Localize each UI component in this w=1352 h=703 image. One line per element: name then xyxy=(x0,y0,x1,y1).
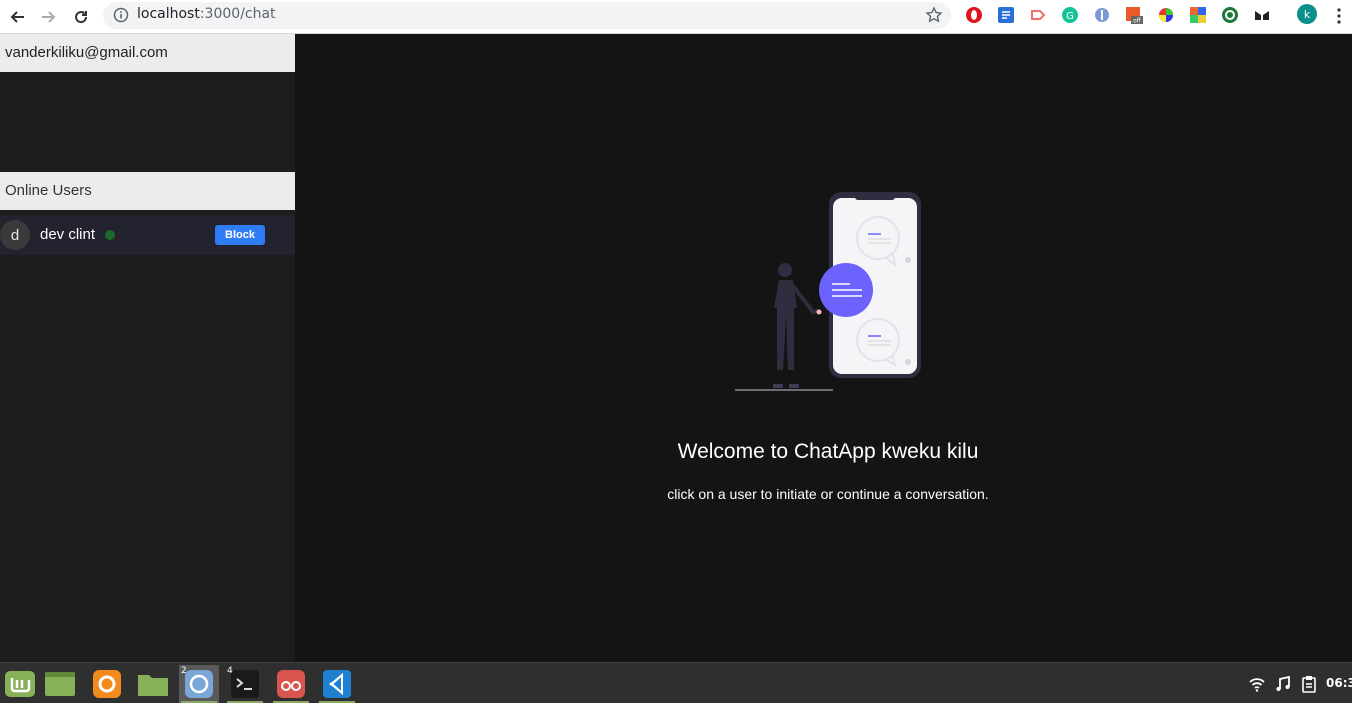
mint-menu-icon[interactable] xyxy=(0,665,40,703)
taskbar: 2 4 06:3 xyxy=(0,662,1352,703)
browser-toolbar: localhost:3000/chat G off k xyxy=(0,0,1352,34)
address-bar[interactable]: localhost:3000/chat xyxy=(103,2,951,29)
files-icon[interactable] xyxy=(133,665,173,703)
chat-welcome-panel: Welcome to ChatApp kweku kilu click on a… xyxy=(295,34,1352,662)
block-button[interactable]: Block xyxy=(215,225,265,245)
online-users-header: Online Users xyxy=(0,172,295,210)
window-count-badge: 4 xyxy=(227,666,233,676)
desktop-icon[interactable] xyxy=(40,665,80,703)
screenshot-icon[interactable] xyxy=(997,6,1015,24)
url-path: :3000/chat xyxy=(199,6,276,22)
back-arrow-icon xyxy=(10,11,24,23)
user-name: dev clint xyxy=(40,226,96,243)
color-wheel-icon[interactable] xyxy=(1157,6,1175,24)
url-text: localhost:3000/chat xyxy=(137,6,276,22)
welcome-title: Welcome to ChatApp kweku kilu xyxy=(677,440,979,463)
forward-arrow-icon xyxy=(42,11,56,23)
opera-icon[interactable] xyxy=(965,6,983,24)
reload-button[interactable] xyxy=(69,5,93,29)
colorzilla-off-icon[interactable]: off xyxy=(1125,6,1143,25)
info-icon[interactable] xyxy=(113,7,129,23)
palette-icon[interactable] xyxy=(1189,6,1207,24)
window-count-badge: 2 xyxy=(181,666,187,676)
terminal-icon[interactable]: 4 xyxy=(225,665,265,703)
grammarly-icon[interactable]: G xyxy=(1061,6,1079,24)
sidebar: vanderkiliku@gmail.com Online Users d de… xyxy=(0,34,295,662)
forward-button[interactable] xyxy=(37,5,61,29)
clipboard-icon[interactable] xyxy=(1300,675,1318,693)
extension-badge: off xyxy=(1133,18,1142,25)
vscode-icon[interactable] xyxy=(317,665,357,703)
svg-text:G: G xyxy=(1066,11,1074,22)
avatar: d xyxy=(0,220,30,250)
wappalyzer-icon[interactable] xyxy=(1221,6,1239,24)
back-button[interactable] xyxy=(5,5,29,29)
firefox-icon[interactable] xyxy=(87,665,127,703)
current-user-email: vanderkiliku@gmail.com xyxy=(0,34,295,72)
online-status-dot xyxy=(105,230,115,240)
ext-icon[interactable] xyxy=(1093,6,1111,24)
welcome-subtitle: click on a user to initiate or continue … xyxy=(667,486,989,502)
url-host: localhost xyxy=(137,6,200,22)
cast-icon[interactable] xyxy=(1029,6,1047,24)
more-menu-icon[interactable] xyxy=(1332,6,1346,26)
clock[interactable]: 06:3 xyxy=(1326,676,1352,690)
reload-icon xyxy=(75,11,88,24)
user-list-item[interactable]: d dev clint Block xyxy=(0,215,295,255)
chat-illustration xyxy=(735,192,921,391)
glasses-icon[interactable] xyxy=(1253,6,1271,24)
wifi-icon[interactable] xyxy=(1248,675,1266,693)
music-note-icon[interactable] xyxy=(1274,675,1292,693)
chromium-icon[interactable]: 2 xyxy=(179,665,219,703)
profile-avatar[interactable]: k xyxy=(1297,4,1317,24)
xreader-icon[interactable] xyxy=(271,665,311,703)
bookmark-star-icon[interactable] xyxy=(925,6,943,24)
